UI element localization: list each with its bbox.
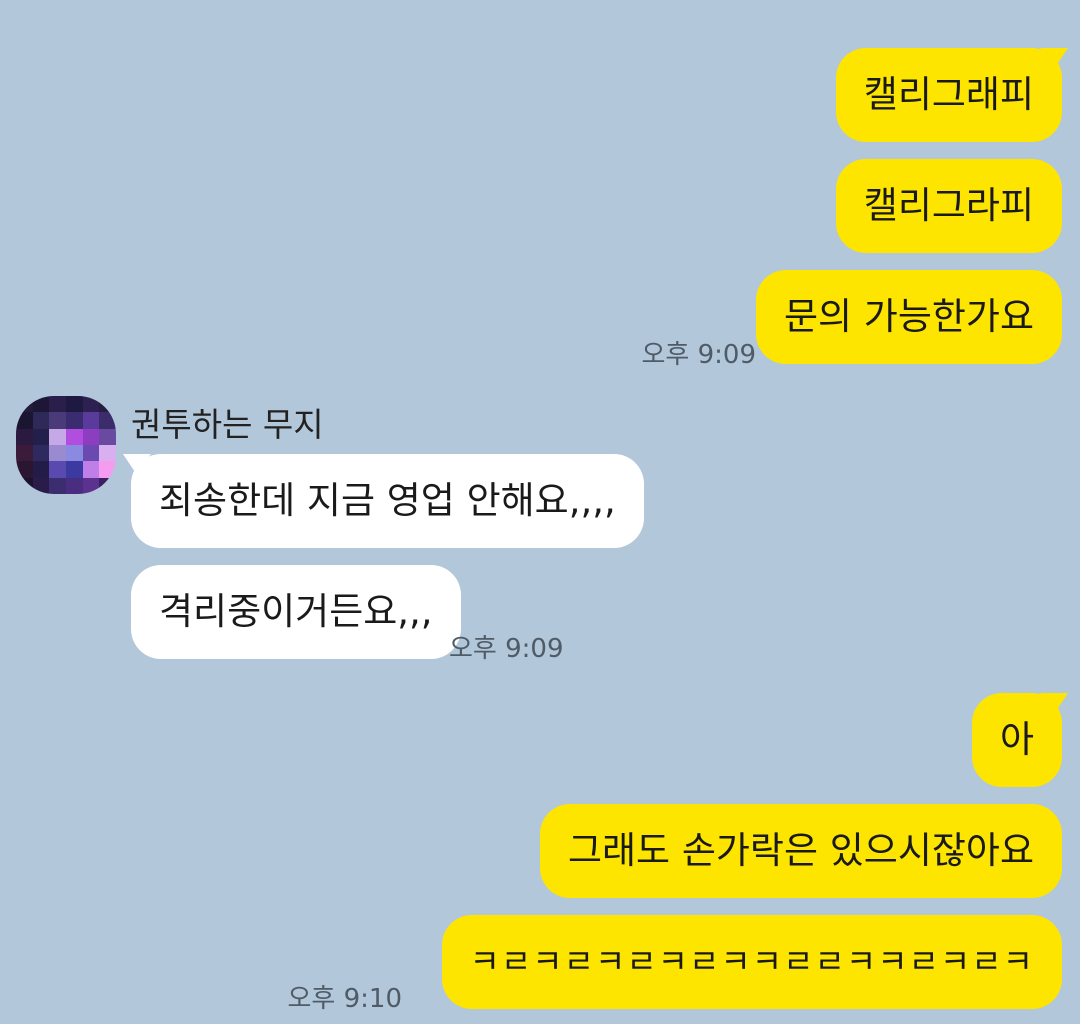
my-message-bubble[interactable]: 아 <box>971 693 1062 787</box>
message-timestamp: 오후 9:09 <box>641 340 757 370</box>
message-timestamp: 오후 9:09 <box>449 634 564 664</box>
my-message-bubble[interactable]: 문의 가능한가요 <box>755 270 1062 364</box>
sender-name: 권투하는 무지 <box>131 405 324 444</box>
my-message-bubble[interactable]: 그래도 손가락은 있으시잖아요 <box>539 804 1062 898</box>
their-message-bubble[interactable]: 죄송한데 지금 영업 안해요,,,, <box>131 454 644 548</box>
my-message-bubble[interactable]: 캘리그라피 <box>835 159 1062 253</box>
message-timestamp: 오후 9:10 <box>287 984 403 1014</box>
pixelated-avatar-icon[interactable] <box>16 396 116 494</box>
my-message-bubble[interactable]: ㅋㄹㅋㄹㅋㄹㅋㄹㅋㅋㄹㄹㅋㅋㄹㅋㄹㅋ <box>441 915 1062 1009</box>
their-message-bubble[interactable]: 격리중이거든요,,, <box>131 565 461 659</box>
my-message-bubble[interactable]: 캘리그래피 <box>835 48 1062 142</box>
chat-room: 캘리그래피 캘리그라피 문의 가능한가요 오후 9:09 권투하는 무지 죄송한… <box>0 0 1080 1024</box>
